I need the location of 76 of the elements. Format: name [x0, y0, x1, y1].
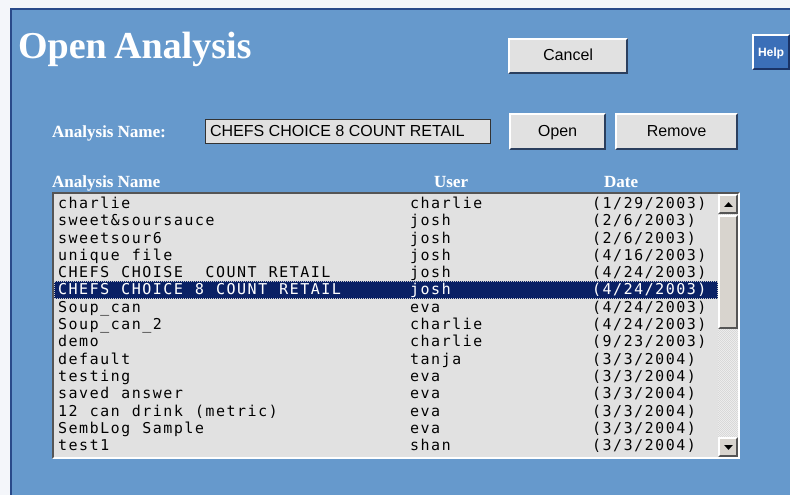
user-cell: charlie — [410, 333, 484, 351]
user-cell: charlie — [410, 195, 484, 212]
name-cell: test1 — [58, 437, 111, 454]
user-cell: charlie — [410, 316, 484, 334]
user-cell: josh — [410, 246, 452, 264]
list-row[interactable]: test1 shan (3/3/2004) — [54, 437, 718, 454]
user-cell: josh — [410, 281, 452, 299]
user-cell: shan — [410, 437, 452, 454]
date-cell: (4/24/2003) — [592, 298, 708, 316]
date-cell: (2/6/2003) — [592, 230, 698, 247]
list-row[interactable]: default tanja (3/3/2004) — [54, 350, 718, 368]
name-cell: sweetsour6 — [58, 230, 164, 247]
list-row[interactable]: sweetsour6 josh (2/6/2003) — [54, 230, 718, 247]
date-cell: (4/16/2003) — [592, 246, 708, 264]
name-cell: sweet&soursauce — [58, 212, 216, 230]
scroll-down-button[interactable] — [718, 437, 738, 457]
user-cell: josh — [410, 212, 452, 230]
name-cell: testing — [58, 368, 132, 386]
user-cell: eva — [410, 298, 442, 316]
list-row[interactable]: saved answer eva (3/3/2004) — [54, 385, 718, 403]
up-arrow-icon — [724, 202, 732, 206]
name-cell: 12 can drink (metric) — [58, 402, 280, 420]
column-header: Analysis Name — [52, 172, 160, 192]
date-cell: (3/3/2004) — [592, 420, 698, 438]
list-row[interactable]: CHEFS CHOISE COUNT RETAIL josh (4/24/2003) — [54, 264, 718, 282]
name-cell: charlie — [58, 195, 132, 212]
user-cell: eva — [410, 368, 442, 386]
user-cell: josh — [410, 230, 452, 247]
scroll-thumb[interactable] — [718, 215, 738, 329]
scrollbar[interactable] — [718, 194, 738, 457]
date-cell: (3/3/2004) — [592, 368, 698, 386]
list-row[interactable]: Soup_can eva (4/24/2003) — [54, 298, 718, 316]
user-cell: eva — [410, 420, 442, 438]
list-row[interactable]: charlie charlie (1/29/2003) — [54, 195, 718, 212]
help-button[interactable]: Help — [752, 34, 790, 70]
open-button[interactable]: Open — [509, 113, 606, 150]
date-cell: (9/23/2003) — [592, 333, 708, 351]
list-row[interactable]: 12 can drink (metric) eva (3/3/2004) — [54, 402, 718, 420]
list-row[interactable]: Soup_can_2 charlie (4/24/2003) — [54, 316, 718, 334]
user-cell: tanja — [410, 350, 463, 368]
date-cell: (2/6/2003) — [592, 212, 698, 230]
name-cell: SembLog Sample — [58, 420, 206, 438]
cancel-button[interactable]: Cancel — [508, 38, 628, 74]
user-cell: eva — [410, 385, 442, 403]
dialog-title: Open Analysis — [18, 24, 252, 68]
date-cell: (3/3/2004) — [592, 350, 698, 368]
date-cell: (3/3/2004) — [592, 437, 698, 454]
date-cell: (4/24/2003) — [592, 316, 708, 334]
column-header: Date — [604, 172, 638, 192]
list-row[interactable]: CHEFS CHOICE 8 COUNT RETAIL josh (4/24/2003) — [54, 281, 718, 299]
date-cell: (3/3/2004) — [592, 402, 698, 420]
list-row[interactable]: sweet&soursauce josh (2/6/2003) — [54, 212, 718, 230]
list-row[interactable]: testing eva (3/3/2004) — [54, 368, 718, 386]
name-cell: CHEFS CHOISE COUNT RETAIL — [58, 264, 332, 282]
date-cell: (1/29/2003) — [592, 195, 708, 212]
name-cell: unique file — [58, 246, 174, 264]
field-label: Analysis Name: — [52, 122, 167, 142]
name-cell: saved answer — [58, 385, 184, 403]
list-row[interactable]: demo charlie (9/23/2003) — [54, 333, 718, 351]
date-cell: (4/24/2003) — [592, 281, 708, 299]
list-row[interactable]: SembLog Sample eva (3/3/2004) — [54, 420, 718, 438]
date-cell: (3/3/2004) — [592, 385, 698, 403]
column-header: User — [434, 172, 468, 192]
name-cell: Soup_can — [58, 298, 142, 316]
scroll-up-button[interactable] — [718, 194, 738, 214]
down-arrow-icon — [724, 444, 732, 450]
list-row[interactable]: unique file josh (4/16/2003) — [54, 246, 718, 264]
user-cell: josh — [410, 264, 452, 282]
date-cell: (4/24/2003) — [592, 264, 708, 282]
user-cell: eva — [410, 402, 442, 420]
name-cell: default — [58, 350, 132, 368]
remove-button[interactable]: Remove — [615, 113, 738, 150]
name-cell: CHEFS CHOICE 8 COUNT RETAIL — [58, 281, 342, 299]
name-cell: demo — [58, 333, 100, 351]
name-cell: Soup_can_2 — [58, 316, 164, 334]
analysis-name-field[interactable]: CHEFS CHOICE 8 COUNT RETAIL — [205, 119, 491, 144]
